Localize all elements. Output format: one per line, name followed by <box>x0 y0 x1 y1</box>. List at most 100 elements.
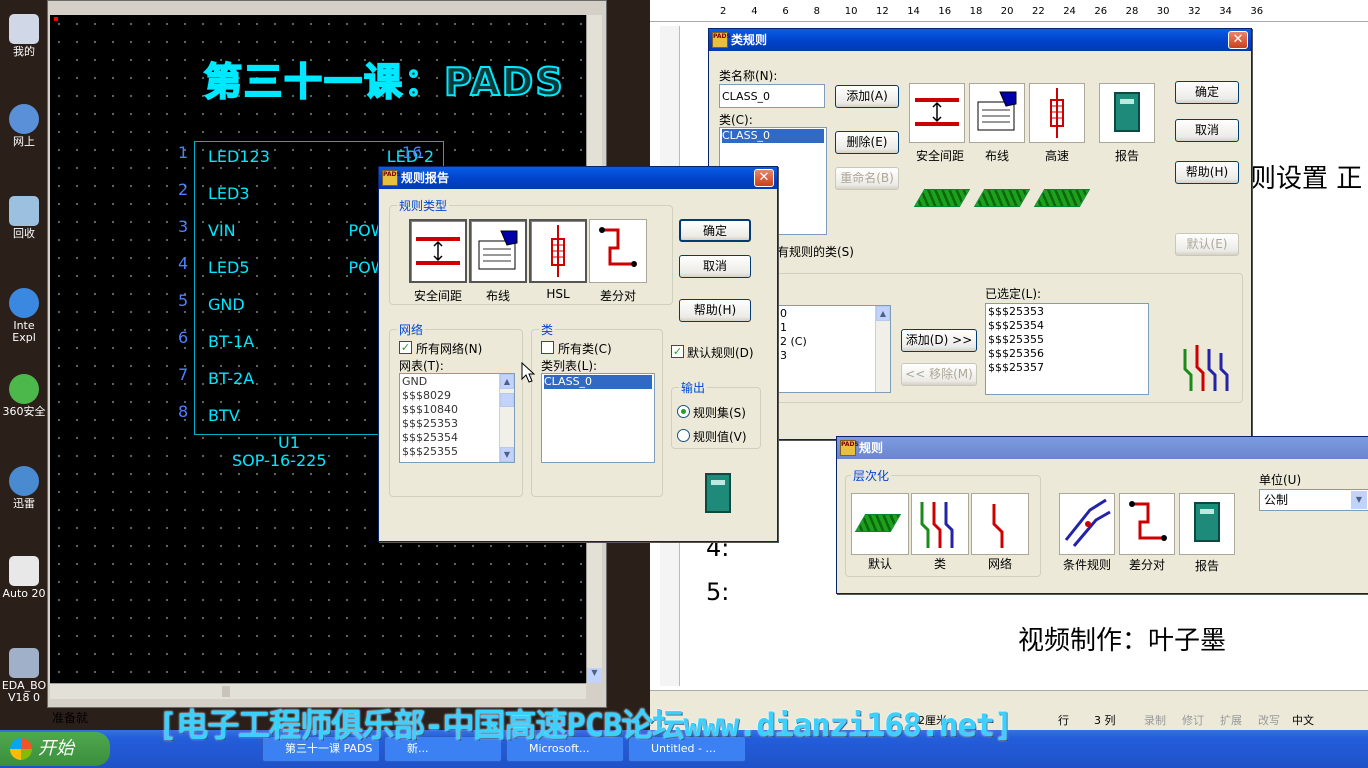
doc-heading-fragment: 则设置 正 <box>1250 164 1363 194</box>
tile-caption: HSL <box>546 287 570 301</box>
tile-caption: 网络 <box>987 557 1012 571</box>
all-classes-checkbox[interactable] <box>541 341 554 354</box>
rules-tile-net[interactable] <box>971 493 1029 555</box>
tile-report[interactable] <box>1099 83 1155 143</box>
scroll-down-arrow-icon[interactable]: ▼ <box>500 447 514 462</box>
watermark-text: [电子工程师俱乐部-中国高速PCB论坛www.dianzi168.net] <box>158 706 1013 744</box>
output-ruleset-radio[interactable] <box>677 405 690 418</box>
rule-report-titlebar[interactable]: PADS 规则报告 ✕ <box>379 167 777 189</box>
tile-routing[interactable] <box>969 83 1025 143</box>
net-group-label: 网络 <box>397 321 426 338</box>
output-rulevalue-radio[interactable] <box>677 429 690 442</box>
default-button[interactable]: 默认(E) <box>1175 233 1239 256</box>
output-group-label: 输出 <box>679 379 708 396</box>
tile-caption: 高速 <box>1044 149 1069 163</box>
report-icon <box>1114 92 1140 132</box>
report-tile-diff-pair[interactable] <box>589 219 647 283</box>
clearance-icon <box>416 237 460 265</box>
scroll-thumb[interactable] <box>500 393 514 407</box>
pads-app-icon: PADS <box>382 170 401 186</box>
scroll-down-arrow-icon[interactable]: ▼ <box>587 668 602 683</box>
pin-label: BT-1A <box>208 332 255 351</box>
list-item[interactable]: CLASS_0 <box>544 375 652 389</box>
desktop-icon-360[interactable]: 360安全 <box>0 374 48 418</box>
doc-credit: 视频制作：叶子墨 <box>1018 626 1227 656</box>
close-icon[interactable]: ✕ <box>754 169 774 187</box>
net-list-scrollbar[interactable]: ▲ ▼ <box>499 374 514 462</box>
scroll-up-arrow-icon[interactable]: ▲ <box>500 374 514 389</box>
tile-high-speed[interactable] <box>1029 83 1085 143</box>
pin-number: 5 <box>178 291 189 310</box>
class-list[interactable]: CLASS_0 <box>541 373 655 463</box>
rules-tile-conditional[interactable] <box>1059 493 1115 555</box>
close-icon[interactable]: ✕ <box>1228 31 1248 49</box>
cancel-button[interactable]: 取消 <box>1175 119 1239 142</box>
has-rules-label: 有规则的类(S) <box>777 245 854 259</box>
class-rules-titlebar[interactable]: PADS 类规则 ✕ <box>709 29 1251 51</box>
rename-class-button[interactable]: 重命名(B) <box>835 167 899 190</box>
desktop-icon-internet-explorer[interactable]: Inte Expl <box>0 288 48 344</box>
desktop-icon-network[interactable]: 网上 <box>0 104 48 148</box>
tile-clearance[interactable] <box>909 83 965 143</box>
selected-nets-list[interactable]: $$$25353 $$$25354 $$$25355 $$$25356 $$$2… <box>985 303 1149 395</box>
ruler-tick-label: 8 <box>813 6 820 17</box>
desktop-icon-my-computer[interactable]: 我的 <box>0 14 48 58</box>
pin-number: 4 <box>178 254 189 273</box>
rules-tile-class[interactable] <box>911 493 969 555</box>
all-nets-checkbox[interactable]: ✓ <box>399 341 412 354</box>
class-icon <box>920 502 954 548</box>
rules-tile-diff-pair[interactable] <box>1119 493 1175 555</box>
net-list[interactable]: GND $$$8029 $$$10840 $$$25353 $$$25354 $… <box>399 373 515 463</box>
desktop-icon-eda[interactable]: EDA_BO V18 0 <box>0 648 48 704</box>
rules-tile-default[interactable] <box>851 493 909 555</box>
scroll-thumb[interactable] <box>222 686 230 697</box>
add-class-button[interactable]: 添加(A) <box>835 85 899 108</box>
chevron-down-icon[interactable]: ▼ <box>1351 491 1367 509</box>
routing-icon <box>478 230 518 270</box>
ruler-tick-label: 28 <box>1125 6 1139 17</box>
rules-titlebar[interactable]: PADS 规则 <box>837 437 1368 459</box>
origin-marker <box>54 17 58 21</box>
desktop-icon-recycle-bin[interactable]: 回收 <box>0 196 48 240</box>
tile-caption: 差分对 <box>599 289 636 303</box>
pin-label: BTV <box>208 406 240 425</box>
ruler-tick-label: 22 <box>1032 6 1045 17</box>
ruler-tick-label: 20 <box>1000 6 1014 17</box>
class-name-input[interactable] <box>719 84 825 108</box>
windows-logo-icon <box>10 738 32 760</box>
delete-class-button[interactable]: 删除(E) <box>835 131 899 154</box>
doc-line-5: 5: <box>706 578 730 606</box>
report-ok-button[interactable]: 确定 <box>679 219 751 242</box>
help-button[interactable]: 帮助(H) <box>1175 161 1239 184</box>
hierarchy-label: 层次化 <box>851 467 892 484</box>
pin-number: 1 <box>178 143 189 162</box>
report-tile-clearance[interactable] <box>409 219 467 283</box>
report-tile-hsl[interactable] <box>529 219 587 283</box>
tile-caption: 差分对 <box>1128 558 1165 572</box>
scroll-up-arrow-icon[interactable]: ▲ <box>876 306 890 321</box>
available-nets-list[interactable]: 0 1 2 (C) 3 ▲ <box>777 305 891 393</box>
rules-tile-report[interactable] <box>1179 493 1235 555</box>
report-help-button[interactable]: 帮助(H) <box>679 299 751 322</box>
ok-button[interactable]: 确定 <box>1175 81 1239 104</box>
ruler-tick-label: 2 <box>720 6 727 17</box>
pin-number: 2 <box>178 180 189 199</box>
pin-number: 3 <box>178 217 189 236</box>
pin-label: VIN <box>208 221 236 240</box>
ruler-tick-label: 10 <box>844 6 858 17</box>
desktop-icon-xunlei[interactable]: 迅雷 <box>0 466 48 510</box>
report-tile-routing[interactable] <box>469 219 527 283</box>
desktop-icon-autocad[interactable]: Auto 20 <box>0 556 48 600</box>
pin-number: 8 <box>178 402 189 421</box>
horizontal-ruler[interactable]: 2 4 6 8 10 12 14 16 18 20 22 24 26 28 30 32 34 36 <box>650 0 1368 22</box>
net-list-label: 网表(T): <box>399 359 444 373</box>
tile-caption: 类 <box>933 557 946 571</box>
list-item[interactable]: CLASS_0 <box>722 129 824 143</box>
unit-select[interactable]: 公制 ▼ <box>1259 489 1368 511</box>
report-cancel-button[interactable]: 取消 <box>679 255 751 278</box>
tile-caption: 默认 <box>867 557 892 571</box>
add-to-selection-button[interactable]: 添加(D) >> <box>901 329 977 352</box>
pcb-horizontal-scrollbar[interactable] <box>50 683 586 699</box>
remove-from-selection-button[interactable]: << 移除(M) <box>901 363 977 386</box>
default-rules-checkbox[interactable]: ✓ <box>671 345 684 358</box>
